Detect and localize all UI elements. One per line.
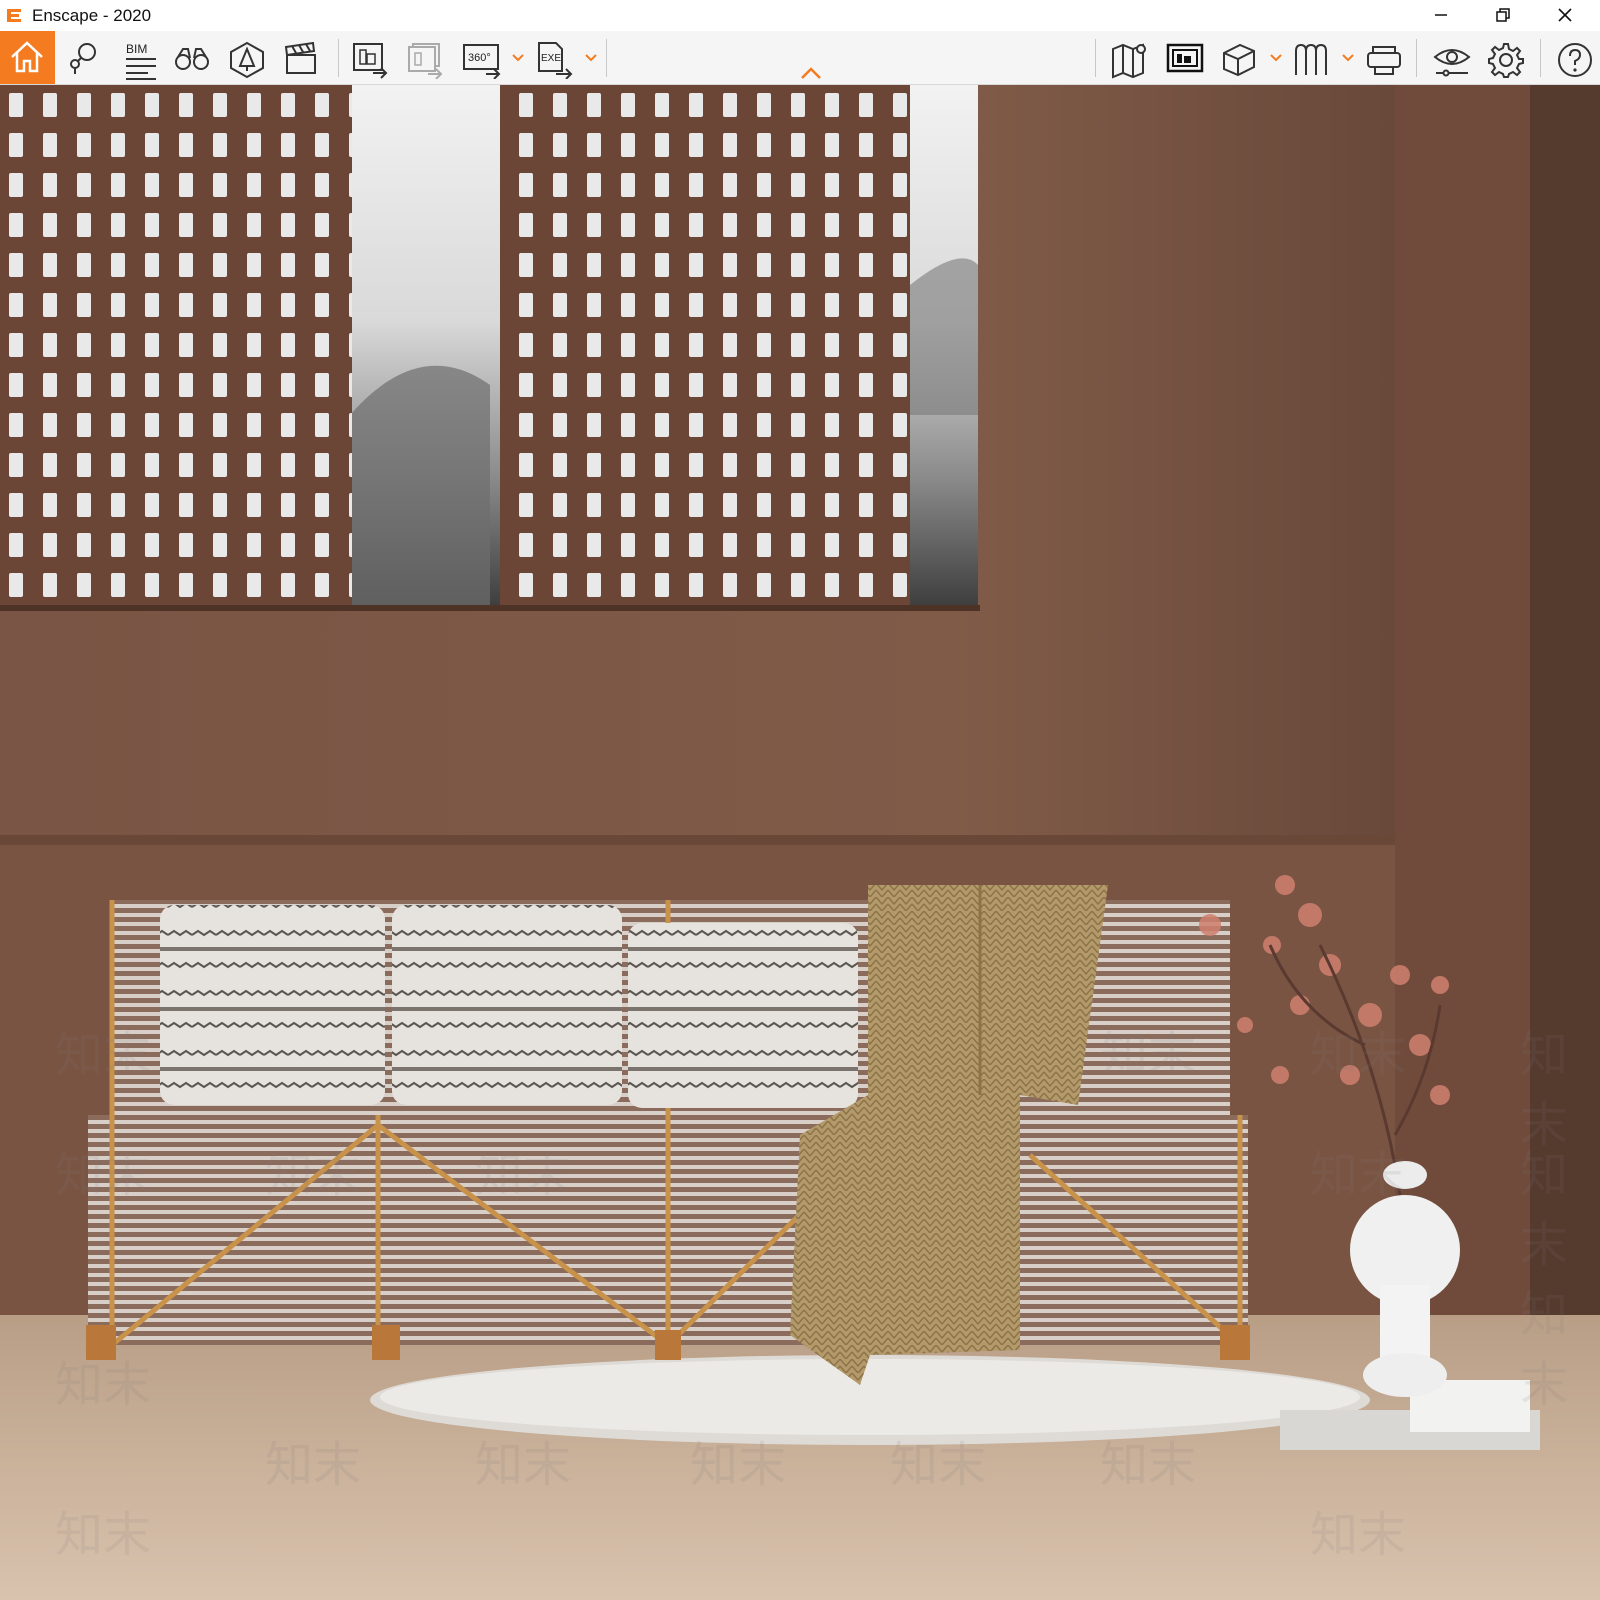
help-button[interactable]	[1550, 35, 1598, 81]
settings-gear-icon	[1488, 43, 1524, 78]
batch-render-icon	[408, 43, 443, 79]
batch-render-button[interactable]	[400, 35, 448, 81]
asset-library-icon	[230, 41, 264, 79]
export-exe-icon: EXE	[538, 42, 573, 79]
map-icon	[1112, 43, 1146, 79]
toolbar-separator	[1095, 39, 1096, 77]
title-bar: Enscape - 2020	[0, 0, 1600, 31]
toolbar-separator	[606, 39, 607, 77]
export-360-button[interactable]: 360°	[456, 35, 504, 81]
visual-settings-button[interactable]	[1426, 35, 1474, 81]
video-editor-button[interactable]	[277, 35, 325, 81]
toolbar-separator	[1416, 39, 1417, 77]
vr-headset-button[interactable]	[1359, 35, 1407, 81]
render-image-icon	[353, 43, 388, 79]
eye-icon	[1433, 49, 1471, 77]
enscape-logo-icon	[7, 9, 21, 22]
home-icon	[11, 41, 43, 73]
bim-icon: BIM	[126, 42, 156, 80]
export-exe-button[interactable]: EXE	[530, 35, 578, 81]
minimize-icon	[1435, 14, 1447, 16]
minimize-button[interactable]	[1412, 0, 1470, 31]
views-button[interactable]	[1286, 35, 1334, 81]
clapperboard-icon	[284, 41, 316, 74]
asset-library-button[interactable]	[222, 35, 270, 81]
binoculars-icon	[175, 48, 209, 70]
bim-label: BIM	[126, 42, 147, 56]
bim-button[interactable]: BIM	[112, 35, 160, 81]
vr-headset-icon	[1367, 46, 1401, 75]
restore-button[interactable]	[1474, 0, 1532, 31]
toolbar-separator	[1540, 39, 1541, 77]
interior-render-scene	[0, 85, 1600, 1600]
restore-icon	[1496, 8, 1510, 22]
help-icon	[1558, 43, 1592, 77]
toolbar-separator	[338, 39, 339, 77]
export-360-icon: 360°	[463, 44, 501, 79]
map-button[interactable]	[1105, 35, 1153, 81]
chevron-down-icon[interactable]	[511, 53, 525, 63]
render-view-icon	[1166, 43, 1204, 73]
close-button[interactable]	[1536, 0, 1594, 31]
view-management-button[interactable]	[58, 35, 106, 81]
home-button[interactable]	[0, 31, 55, 84]
window-title: Enscape - 2020	[32, 6, 152, 25]
chevron-down-icon[interactable]	[1341, 53, 1355, 63]
bookmark-views-icon	[1295, 43, 1327, 75]
render-image-button[interactable]	[345, 35, 393, 81]
render-view-button[interactable]	[1160, 35, 1208, 81]
render-viewport[interactable]: 知末 知末 知末 知末 知末 知末 知末 知末 知末 知末 知末 知末 知末 知…	[0, 85, 1600, 1600]
enscape-toolbar: BIM 360° EXE	[0, 31, 1600, 85]
binoculars-button[interactable]	[167, 35, 215, 81]
settings-button[interactable]	[1481, 35, 1529, 81]
cube-icon	[1223, 43, 1255, 77]
chevron-down-icon[interactable]	[1269, 53, 1283, 63]
close-icon	[1558, 8, 1572, 22]
collapse-toolbar-icon[interactable]	[799, 66, 823, 80]
view-management-icon	[70, 43, 96, 74]
chevron-down-icon[interactable]	[584, 53, 598, 63]
export-exe-label: EXE	[541, 53, 561, 64]
export-360-label: 360°	[468, 52, 491, 64]
cube-button[interactable]	[1214, 35, 1262, 81]
